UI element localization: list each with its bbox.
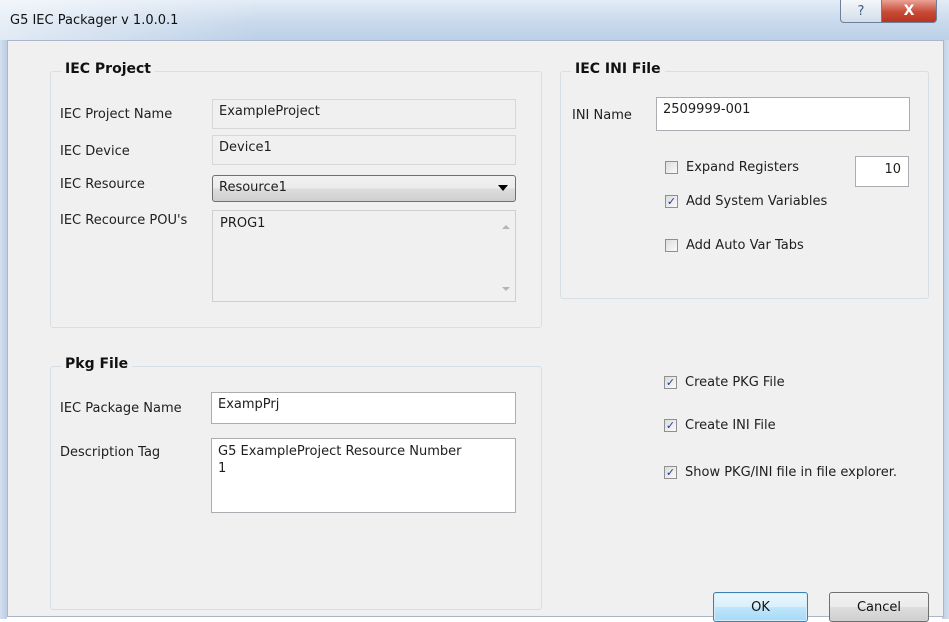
device-value: Device1 [219, 140, 272, 155]
package-name-label: IEC Package Name [60, 401, 182, 416]
pkg-file-legend: Pkg File [61, 356, 133, 372]
caption-buttons: ? X [840, 0, 937, 23]
pous-scrollbar[interactable] [498, 211, 515, 301]
iec-ini-group: IEC INI File INI Name 2509999-001 Expand… [560, 61, 929, 299]
description-label: Description Tag [60, 445, 161, 460]
project-name-field: ExampleProject [212, 99, 516, 129]
iec-project-group: IEC Project IEC Project Name ExampleProj… [50, 61, 542, 328]
ok-button[interactable]: OK [713, 592, 808, 622]
add-auto-var-tabs-label: Add Auto Var Tabs [686, 238, 804, 253]
checkbox-checked-icon[interactable]: ✓ [664, 376, 677, 389]
pous-listbox[interactable]: PROG1 [212, 210, 516, 302]
window-title: G5 IEC Packager v 1.0.0.1 [10, 13, 179, 28]
scroll-down-icon[interactable] [502, 287, 510, 291]
pkg-file-group: Pkg File IEC Package Name ExampPrj Descr… [50, 356, 542, 610]
checkbox-checked-icon[interactable]: ✓ [664, 419, 677, 432]
expand-registers-count-input[interactable]: 10 [855, 156, 909, 187]
checkbox-box[interactable] [665, 239, 678, 252]
resource-dropdown[interactable]: Resource1 [212, 175, 516, 202]
checkbox-checked-icon[interactable]: ✓ [664, 466, 677, 479]
ini-name-input[interactable]: 2509999-001 [656, 97, 910, 131]
expand-registers-count: 10 [884, 162, 901, 177]
show-in-explorer-label: Show PKG/INI file in file explorer. [685, 465, 898, 480]
close-icon: X [903, 3, 915, 19]
description-textarea[interactable]: G5 ExampleProject Resource Number 1 [211, 438, 516, 513]
window-frame-left [0, 40, 7, 619]
dialog-client-area: IEC Project IEC Project Name ExampleProj… [7, 40, 944, 622]
package-name-input[interactable]: ExampPrj [211, 392, 516, 424]
project-name-value: ExampleProject [219, 104, 320, 119]
add-system-variables-checkbox[interactable]: ✓ Add System Variables [665, 194, 827, 209]
expand-registers-label: Expand Registers [686, 160, 800, 175]
help-button[interactable]: ? [840, 0, 882, 23]
device-field: Device1 [212, 135, 516, 165]
ini-name-label: INI Name [572, 108, 632, 123]
iec-project-legend: IEC Project [61, 61, 155, 77]
create-ini-label: Create INI File [685, 418, 776, 433]
close-button[interactable]: X [882, 0, 937, 23]
checkbox-box[interactable] [665, 161, 678, 174]
project-name-label: IEC Project Name [60, 107, 173, 122]
ok-button-label: OK [751, 599, 770, 615]
checkbox-checked-icon[interactable]: ✓ [665, 195, 678, 208]
package-name-value: ExampPrj [218, 397, 280, 412]
description-line-1: G5 ExampleProject Resource Number [218, 444, 462, 459]
create-ini-checkbox[interactable]: ✓ Create INI File [664, 418, 776, 433]
resource-selected: Resource1 [219, 180, 287, 195]
pou-item[interactable]: PROG1 [220, 216, 265, 231]
expand-registers-checkbox[interactable]: Expand Registers [665, 160, 799, 175]
add-auto-var-tabs-checkbox[interactable]: Add Auto Var Tabs [665, 238, 804, 253]
help-icon: ? [857, 3, 865, 19]
chevron-down-icon [498, 185, 508, 191]
ini-name-value: 2509999-001 [663, 102, 751, 117]
pous-label: IEC Recource POU's [60, 213, 188, 228]
title-bar[interactable]: G5 IEC Packager v 1.0.0.1 ? X [0, 0, 949, 40]
cancel-button[interactable]: Cancel [829, 592, 929, 622]
iec-ini-legend: IEC INI File [571, 61, 665, 77]
scroll-up-icon[interactable] [502, 225, 510, 229]
device-label: IEC Device [60, 144, 130, 159]
cancel-button-label: Cancel [856, 599, 902, 615]
resource-label: IEC Resource [60, 177, 145, 192]
show-in-explorer-checkbox[interactable]: ✓ Show PKG/INI file in file explorer. [664, 465, 897, 480]
create-pkg-label: Create PKG File [685, 375, 785, 390]
description-line-2: 1 [218, 461, 227, 476]
create-pkg-checkbox[interactable]: ✓ Create PKG File [664, 375, 785, 390]
add-system-variables-label: Add System Variables [686, 194, 828, 209]
